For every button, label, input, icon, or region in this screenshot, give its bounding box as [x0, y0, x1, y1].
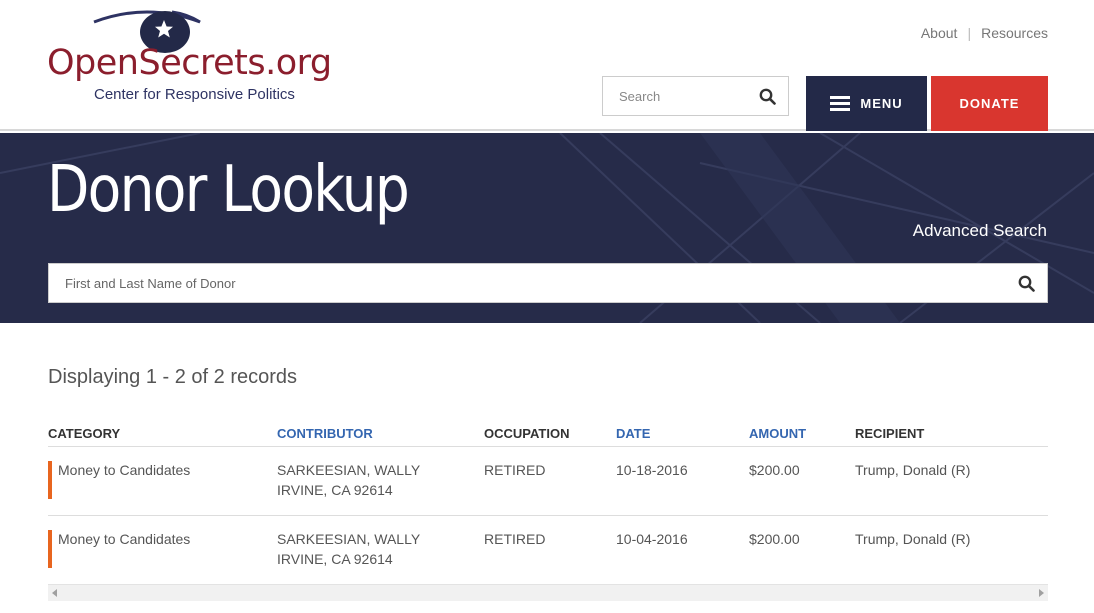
contributor-name: SARKEESIAN, WALLY: [277, 531, 421, 547]
amount-cell: $200.00: [749, 462, 800, 478]
date-cell: 10-18-2016: [616, 462, 688, 478]
table-header: CATEGORY CONTRIBUTOR OCCUPATION DATE AMO…: [48, 426, 1048, 447]
menu-button[interactable]: MENU: [806, 76, 927, 131]
resources-link[interactable]: Resources: [981, 25, 1048, 41]
scroll-right-icon[interactable]: [1039, 589, 1044, 597]
site-header: OpenSecrets.org Center for Responsive Po…: [0, 0, 1094, 131]
contributor-cell: SARKEESIAN, WALLY IRVINE, CA 92614: [277, 462, 484, 515]
recipient-cell: Trump, Donald (R): [855, 462, 971, 478]
column-occupation: OCCUPATION: [484, 426, 570, 441]
category-cell: Money to Candidates: [48, 461, 277, 515]
donate-button[interactable]: DONATE: [931, 76, 1048, 131]
column-date-sort[interactable]: DATE: [616, 426, 749, 446]
opensecrets-logo[interactable]: OpenSecrets.org Center for Responsive Po…: [47, 8, 332, 108]
menu-label: MENU: [860, 96, 903, 111]
contributor-location: IRVINE, CA 92614: [277, 551, 393, 567]
column-contributor-sort[interactable]: CONTRIBUTOR: [277, 426, 484, 446]
contributor-cell: SARKEESIAN, WALLY IRVINE, CA 92614: [277, 531, 484, 584]
advanced-search-link[interactable]: Advanced Search: [913, 221, 1047, 241]
date-cell: 10-04-2016: [616, 531, 688, 547]
logo-subtitle: Center for Responsive Politics: [94, 86, 295, 103]
category-cell: Money to Candidates: [48, 530, 277, 584]
page-title: Donor Lookup: [47, 153, 410, 227]
contributor-name: SARKEESIAN, WALLY: [277, 462, 421, 478]
column-recipient: RECIPIENT: [855, 426, 925, 441]
records-count: Displaying 1 - 2 of 2 records: [48, 366, 298, 388]
site-search-input[interactable]: [603, 77, 743, 115]
table-row: Money to Candidates SARKEESIAN, WALLY IR…: [48, 516, 1048, 585]
search-icon[interactable]: [759, 88, 776, 105]
page-banner: Donor Lookup Advanced Search: [0, 133, 1094, 323]
horizontal-scrollbar[interactable]: [48, 584, 1048, 601]
category-color-bar: [48, 461, 52, 499]
column-amount-sort[interactable]: AMOUNT: [749, 426, 855, 446]
category-text: Money to Candidates: [58, 462, 191, 478]
amount-cell: $200.00: [749, 531, 800, 547]
link-separator: |: [967, 25, 972, 41]
recipient-cell: Trump, Donald (R): [855, 531, 971, 547]
category-text: Money to Candidates: [58, 531, 191, 547]
hamburger-icon: [830, 93, 851, 114]
search-icon[interactable]: [1018, 275, 1035, 292]
top-links: About | Resources: [921, 25, 1048, 41]
occupation-cell: RETIRED: [484, 462, 546, 478]
scroll-left-icon[interactable]: [52, 589, 57, 597]
column-category: CATEGORY: [48, 426, 121, 441]
category-color-bar: [48, 530, 52, 568]
donor-name-input[interactable]: [49, 264, 989, 302]
logo-wordmark: OpenSecrets.org: [47, 43, 332, 83]
table-row: Money to Candidates SARKEESIAN, WALLY IR…: [48, 447, 1048, 516]
about-link[interactable]: About: [921, 25, 958, 41]
donor-search: [48, 263, 1048, 303]
occupation-cell: RETIRED: [484, 531, 546, 547]
contributor-location: IRVINE, CA 92614: [277, 482, 393, 498]
site-search: [602, 76, 789, 116]
results-table: CATEGORY CONTRIBUTOR OCCUPATION DATE AMO…: [48, 426, 1048, 585]
